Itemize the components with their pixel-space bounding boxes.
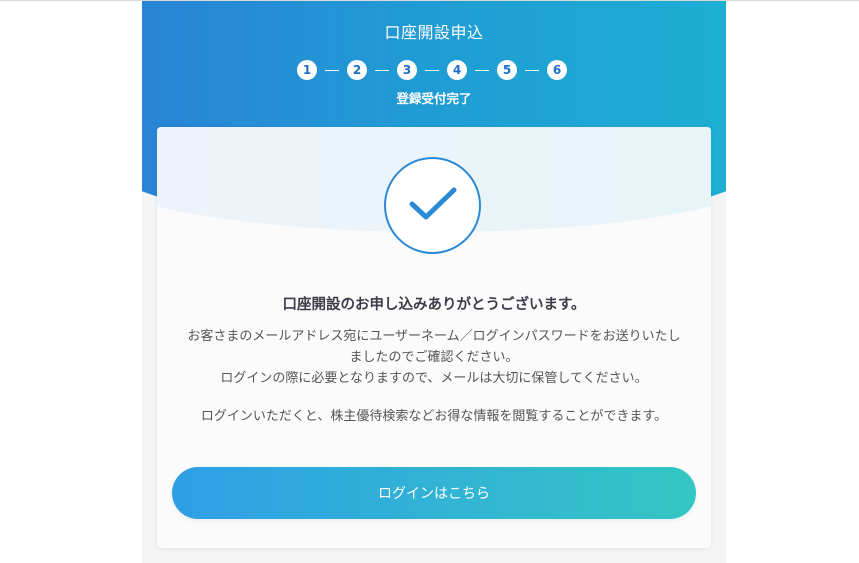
completion-heading: 口座開設のお申し込みありがとうございます。: [282, 297, 586, 313]
step-connector: [425, 69, 439, 71]
completion-card: 口座開設のお申し込みありがとうございます。 お客さまのメールアドレス宛にユーザー…: [157, 127, 711, 548]
step-connector: [375, 69, 389, 71]
page-title: 口座開設申込: [384, 23, 484, 42]
login-button[interactable]: ログインはこちら: [172, 467, 696, 519]
step-1: 1: [297, 60, 317, 80]
step-3: 3: [397, 60, 417, 80]
step-6: 6: [547, 60, 567, 80]
message-benefits: ログインいただくと、株主優待検索などお得な情報を閲覧することができます。: [200, 409, 668, 424]
current-step-caption: 登録受付完了: [396, 91, 472, 106]
checkmark-glyph: [409, 187, 457, 220]
message-keep-email: ログインの際に必要となりますので、メールは大切に保管してください。: [220, 371, 648, 386]
step-4: 4: [447, 60, 467, 80]
step-indicator: 1 2 3 4 5 6: [297, 60, 573, 80]
registration-panel: 口座開設申込 1 2 3 4 5 6 登録受付完了 口座開設のお申し込みありがと…: [142, 1, 726, 563]
step-connector: [475, 69, 489, 71]
step-5: 5: [497, 60, 517, 80]
step-2: 2: [347, 60, 367, 80]
step-connector: [325, 69, 339, 71]
checkmark-icon: [384, 157, 481, 254]
completion-message: お客さまのメールアドレス宛にユーザーネーム／ログインパスワードをお送りいたしまし…: [181, 326, 687, 427]
message-email-notice: お客さまのメールアドレス宛にユーザーネーム／ログインパスワードをお送りいたしまし…: [187, 329, 681, 365]
step-connector: [525, 69, 539, 71]
